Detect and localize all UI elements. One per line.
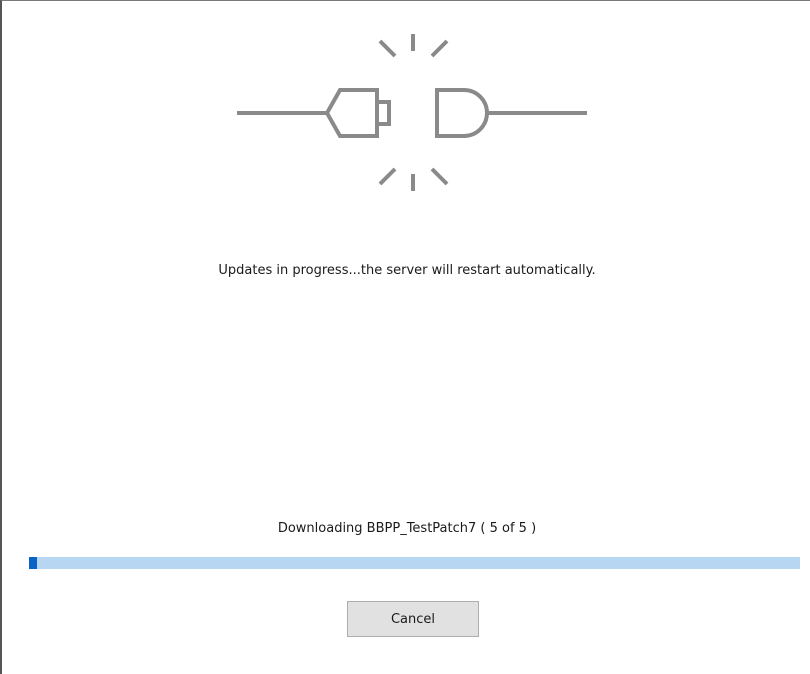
progress-fill [29,557,37,569]
disconnected-plug-icon [237,34,587,191]
cancel-button[interactable]: Cancel [347,601,479,637]
update-dialog: Updates in progress...the server will re… [0,0,810,674]
download-progress-bar [29,557,800,569]
status-message: Updates in progress...the server will re… [218,263,596,278]
download-status-text: Downloading BBPP_TestPatch7 ( 5 of 5 ) [277,521,537,536]
